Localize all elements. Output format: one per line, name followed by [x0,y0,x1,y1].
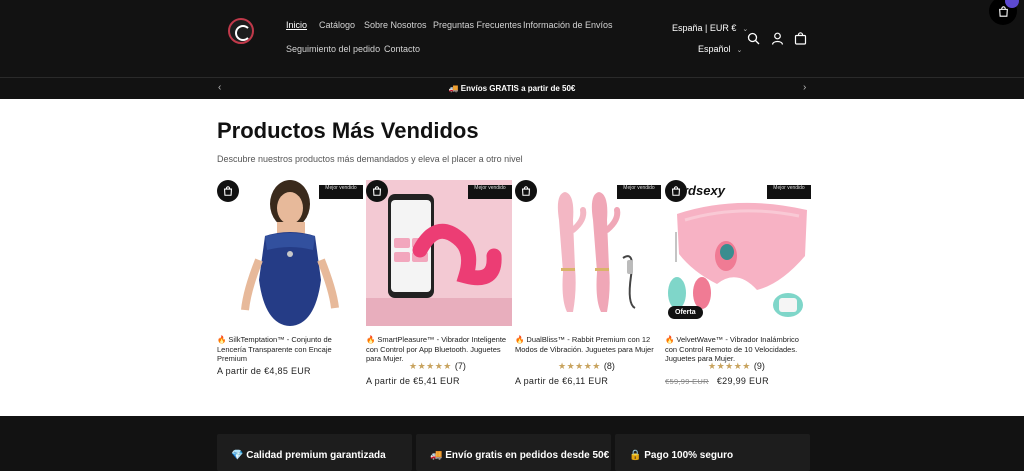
nav-link-catalogo[interactable]: Catálogo [319,20,355,30]
quick-add-button[interactable] [217,180,239,202]
feature-label: 🔒 Pago 100% seguro [629,450,734,461]
country-selector-label: España | EUR € [672,23,737,33]
announcement-text: 🚚 Envíos GRATIS a partir de 50€ [448,84,576,93]
product-image[interactable]: Mejor vendido [515,180,661,326]
section-title: Productos Más Vendidos [217,118,479,143]
bag-icon [372,186,382,196]
country-selector[interactable]: España | EUR € ⌄ [672,23,748,33]
bag-icon [998,5,1008,17]
bag-icon [521,186,531,196]
product-rating: ★★★★★ (9) [708,361,765,372]
nav-link-contacto[interactable]: Contacto [384,44,420,54]
product-image[interactable]: Mejor vendido rdsexy Oferta [665,180,811,326]
feature-label: 💎 Calidad premium garantizada [231,450,386,461]
brand-logo[interactable] [228,18,254,44]
review-count: (7) [454,361,466,371]
best-seller-badge: Mejor vendido [617,185,661,199]
rating-stars: ★★★★★ [409,361,452,371]
product-rating: ★★★★★ (8) [558,361,615,372]
feature-card-shipping: 🚚 Envío gratis en pedidos desde 50€ [416,434,611,471]
product-rating: ★★★★★ (7) [409,361,466,372]
language-selector-label: Español [698,44,731,54]
product-price-group: €59,99 EUR €29,99 EUR [665,376,769,386]
quick-add-button[interactable] [665,180,687,202]
product-title[interactable]: 🔥 SmartPleasure™ - Vibrador Inteligente … [366,335,512,364]
product-price: A partir de €6,11 EUR [515,376,609,386]
product-title[interactable]: 🔥 DualBliss™ - Rabbit Premium con 12 Mod… [515,335,661,354]
product-image[interactable]: Mejor vendido [217,180,363,326]
best-seller-badge: Mejor vendido [319,185,363,199]
language-selector[interactable]: Español ⌄ [698,44,742,54]
best-seller-badge: Mejor vendido [767,185,811,199]
site-header: Inicio Catálogo Sobre Nosotros Preguntas… [0,0,1024,77]
search-icon[interactable] [745,30,761,46]
sale-badge: Oferta [668,306,703,319]
nav-link-inicio[interactable]: Inicio [286,20,307,30]
brand-watermark: rdsexy [683,183,725,198]
product-title[interactable]: 🔥 VelvetWave™ - Vibrador Inalámbrico con… [665,335,811,364]
bag-icon [223,186,233,196]
announcement-bar: ‹ 🚚 Envíos GRATIS a partir de 50€ › [0,77,1024,99]
bag-icon [671,186,681,196]
product-price: A partir de €4,85 EUR [217,366,311,376]
compare-at-price: €59,99 EUR [665,377,709,386]
rating-stars: ★★★★★ [708,361,751,371]
product-price: A partir de €5,41 EUR [366,376,460,386]
cart-icon[interactable] [792,30,808,46]
feature-card-quality: 💎 Calidad premium garantizada [217,434,412,471]
section-subtitle: Descubre nuestros productos más demandad… [217,154,523,164]
feature-label: 🚚 Envío gratis en pedidos desde 50€ [430,450,610,461]
feature-card-secure-payment: 🔒 Pago 100% seguro [615,434,810,471]
review-count: (9) [753,361,765,371]
nav-link-seguimiento[interactable]: Seguimiento del pedido [286,44,380,54]
rating-stars: ★★★★★ [558,361,601,371]
best-seller-badge: Mejor vendido [468,185,512,199]
account-icon[interactable] [769,30,785,46]
chevron-right-icon[interactable]: › [803,82,806,93]
product-title[interactable]: 🔥 SilkTemptation™ - Conjunto de Lencería… [217,335,363,364]
nav-link-sobre-nosotros[interactable]: Sobre Nosotros [364,20,427,30]
product-image[interactable]: Mejor vendido [366,180,512,326]
product-price: €29,99 EUR [716,376,769,386]
quick-add-button[interactable] [515,180,537,202]
cart-count-badge [1005,0,1019,8]
quick-add-button[interactable] [366,180,388,202]
nav-link-informacion-envios[interactable]: Información de Envíos [523,20,613,30]
chevron-down-icon: ⌄ [736,47,743,54]
review-count: (8) [603,361,615,371]
nav-link-preguntas-frecuentes[interactable]: Preguntas Frecuentes [433,20,522,30]
